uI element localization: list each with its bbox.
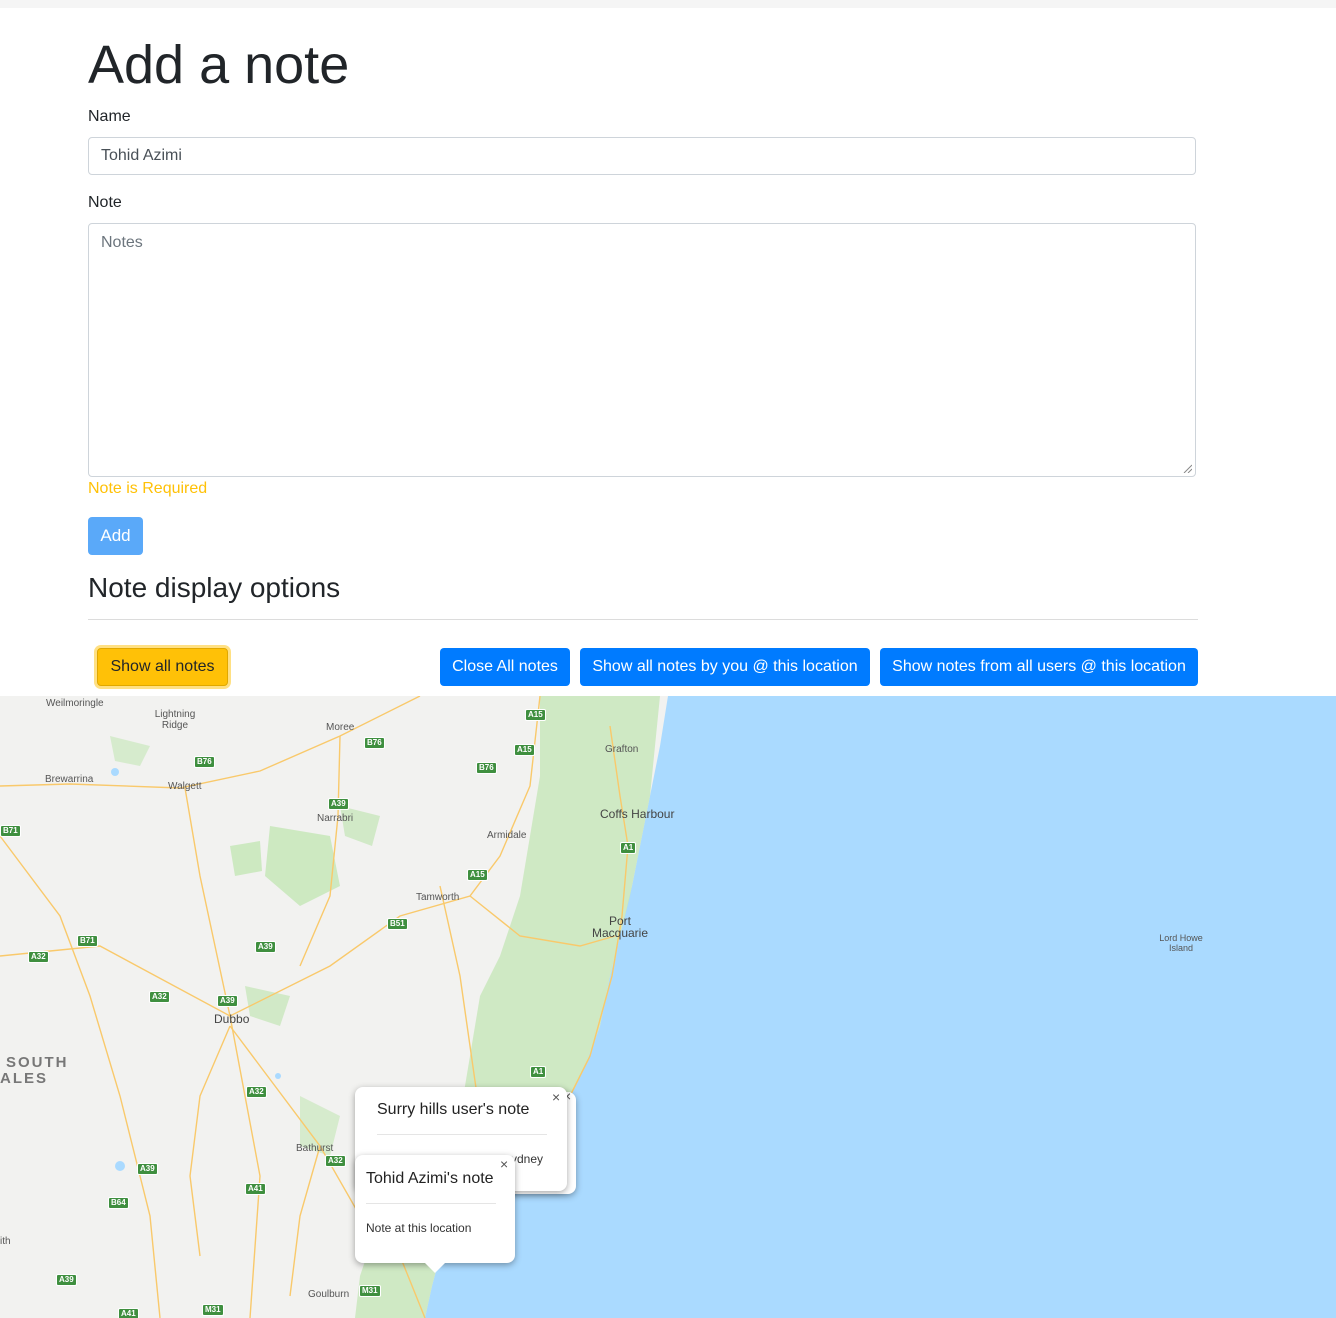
road-shield: A39 [328, 798, 349, 810]
road-shield: A1 [620, 842, 637, 854]
close-all-notes-button[interactable]: Close All notes [440, 648, 570, 686]
place-brewarrina: Brewarrina [45, 774, 94, 785]
road-shield: A1 [530, 1066, 547, 1078]
road-shield: A32 [325, 1155, 346, 1167]
place-weilmoringle: Weilmoringle [46, 698, 104, 709]
show-all-notes-button[interactable]: Show all notes [97, 648, 228, 686]
close-icon[interactable]: × [500, 1156, 508, 1172]
add-button[interactable]: Add [88, 517, 143, 555]
place-moree: Moree [326, 722, 355, 733]
place-edge-text: ith [0, 1236, 11, 1247]
page-title: Add a note [88, 35, 350, 95]
note-textarea[interactable]: Notes [88, 223, 1196, 477]
road-shield: B76 [364, 737, 385, 749]
road-shield: A39 [255, 941, 276, 953]
place-dubbo: Dubbo [214, 1012, 250, 1026]
name-label: Name [88, 108, 131, 125]
road-shield: A32 [246, 1086, 267, 1098]
road-shield: M31 [359, 1285, 381, 1297]
place-grafton: Grafton [605, 744, 639, 755]
place-bathurst: Bathurst [296, 1143, 334, 1154]
road-shield: B71 [0, 825, 21, 837]
divider [88, 619, 1198, 620]
map[interactable]: Weilmoringle Lightning Ridge Moree Graft… [0, 696, 1336, 1318]
resize-handle-icon[interactable] [1182, 463, 1192, 473]
road-shield: B76 [476, 762, 497, 774]
popup-pointer-icon [424, 1262, 446, 1273]
region-label: ALES [0, 1070, 49, 1087]
note-error-text: Note is Required [88, 480, 208, 497]
show-notes-by-you-button[interactable]: Show all notes by you @ this location [580, 648, 870, 686]
lake [275, 1073, 281, 1079]
road-shield: A39 [137, 1163, 158, 1175]
road-shield: A41 [118, 1308, 139, 1318]
lake [115, 1161, 125, 1171]
road [189, 1025, 231, 1257]
name-input[interactable]: Tohid Azimi [88, 137, 1196, 175]
popup-title: Tohid Azimi's note [366, 1170, 494, 1187]
place-armidale: Armidale [487, 830, 527, 841]
road-shield: A32 [28, 951, 49, 963]
place-coffs-harbour: Coffs Harbour [600, 807, 675, 821]
road-shield: A39 [56, 1274, 77, 1286]
road-shield: A41 [245, 1183, 266, 1195]
road-shield: A32 [149, 991, 170, 1003]
road-shield: B64 [108, 1197, 129, 1209]
popup-tohid[interactable]: Tohid Azimi's note Note at this location… [355, 1155, 515, 1263]
road-shield: A15 [525, 709, 546, 721]
options-heading: Note display options [88, 572, 341, 603]
place-goulburn: Goulburn [308, 1289, 350, 1300]
top-strip [0, 0, 1336, 8]
place-lord-howe-island: Lord Howe Island [1159, 933, 1203, 953]
road [289, 1145, 321, 1297]
park-area [230, 841, 262, 876]
park-area [265, 826, 340, 906]
place-narrabri: Narrabri [317, 813, 354, 824]
lake [111, 768, 119, 776]
show-notes-all-users-button[interactable]: Show notes from all users @ this locatio… [880, 648, 1198, 686]
note-label: Note [88, 194, 122, 211]
popup-body: ydney [511, 1152, 544, 1166]
close-icon[interactable]: × [552, 1089, 560, 1105]
note-placeholder: Notes [101, 234, 143, 251]
place-tamworth: Tamworth [416, 892, 460, 903]
place-port-macquarie: Port Macquarie [591, 914, 649, 940]
road-shield: A39 [217, 995, 238, 1007]
road-shield: M31 [202, 1304, 224, 1316]
place-lightning-ridge: Lightning Ridge [154, 709, 196, 731]
popup-divider [377, 1134, 547, 1135]
park-area [245, 986, 290, 1026]
popup-divider [366, 1203, 496, 1204]
road-shield: B76 [194, 756, 215, 768]
road-shield: A15 [467, 869, 488, 881]
place-walgett: Walgett [168, 781, 202, 792]
popup-title: Surry hills user's note [377, 1101, 530, 1118]
road-shield: B71 [77, 935, 98, 947]
road-shield: A15 [514, 744, 535, 756]
region-label: SOUTH [6, 1054, 69, 1071]
road-shield: B51 [387, 918, 408, 930]
popup-body: Note at this location [366, 1221, 472, 1235]
park-area [340, 806, 380, 846]
park-area [110, 736, 150, 766]
